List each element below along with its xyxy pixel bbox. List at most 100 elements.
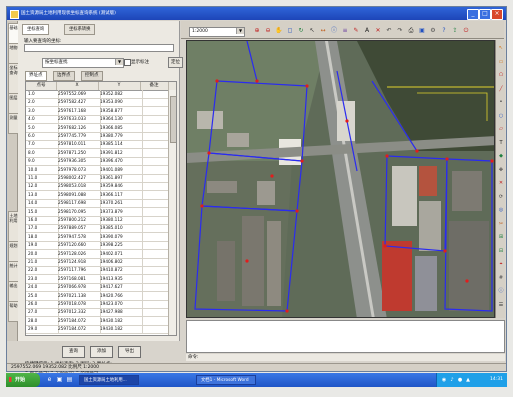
cell-x: 2597871.250 [56, 148, 101, 157]
locate-button[interactable]: 定位 [168, 57, 183, 68]
pan-icon[interactable]: ✋ [275, 27, 283, 35]
cell-note [140, 207, 171, 216]
move-icon[interactable]: ✥ [497, 166, 505, 174]
cell-note [140, 140, 171, 149]
tab-coordinate-query[interactable]: 坐标查询 [22, 24, 50, 35]
desktop-icon[interactable]: ▣ [56, 376, 63, 383]
save-icon[interactable]: ▣ [418, 27, 426, 35]
cell-x: 2598002.427 [56, 174, 101, 182]
table-scrollbar[interactable] [168, 90, 176, 335]
ie-icon[interactable]: e [46, 376, 53, 383]
show-label-checkbox[interactable] [124, 59, 131, 66]
input-method-icon[interactable]: ▲ [465, 377, 471, 383]
legend-icon[interactable]: ☰ [497, 301, 505, 309]
column-header-point-id[interactable]: 点号 [26, 82, 57, 90]
cell-y: 19420.766 [98, 291, 143, 300]
cell-point-id: 16.0 [26, 216, 59, 224]
search-input[interactable] [24, 44, 174, 52]
cell-note [140, 241, 171, 250]
select-icon[interactable]: ↖ [308, 27, 316, 35]
undo-icon[interactable]: ↶ [385, 27, 393, 35]
cell-note [140, 258, 171, 266]
pointer-icon[interactable]: ↖ [497, 44, 505, 52]
full-extent-icon[interactable]: ◻ [286, 27, 294, 35]
export-button[interactable]: 导出 [118, 346, 141, 358]
cell-note [140, 132, 171, 140]
zoom-out-icon[interactable]: ⊖ [264, 27, 272, 35]
export-icon[interactable]: ⇪ [451, 27, 459, 35]
line-icon[interactable]: ╱ [497, 85, 505, 93]
text-label-icon[interactable]: T [497, 139, 505, 147]
cell-x: 2597947.578 [56, 232, 101, 241]
minimize-button[interactable]: _ [467, 9, 479, 20]
column-header-x[interactable]: X [56, 82, 99, 90]
help-icon[interactable]: ? [440, 27, 448, 35]
maximize-button[interactable]: □ [479, 9, 491, 20]
scale-value: 1:2000 [192, 29, 208, 34]
clip-icon[interactable]: ✂ [497, 220, 505, 228]
aerial-map-canvas[interactable] [187, 41, 495, 318]
delete-icon[interactable]: ✕ [497, 179, 505, 187]
subtab-control-points[interactable]: 控制点 [81, 71, 103, 81]
cell-point-id: 24.0 [26, 283, 59, 292]
close-button[interactable]: × [491, 9, 503, 20]
refresh-icon[interactable]: ↻ [297, 27, 305, 35]
chevron-down-icon[interactable]: ▼ [236, 28, 244, 34]
edit-vertex-icon[interactable]: ◆ [497, 152, 505, 160]
task-app-window[interactable]: 国土资源局土地利用... [79, 375, 139, 385]
polygon-select-icon[interactable]: ⬠ [497, 71, 505, 79]
title-bar[interactable]: 国土资源局土地利用现状坐标查询系统 (测试版) _ □ × [7, 7, 506, 20]
subtab-edge-points[interactable]: 边界点 [53, 71, 75, 81]
aerial-map-view[interactable] [186, 40, 495, 318]
circle-icon[interactable]: ○ [497, 112, 505, 120]
buffer-icon[interactable]: ◎ [497, 206, 505, 214]
split-icon[interactable]: ⊟ [497, 247, 505, 255]
zoom-in-icon[interactable]: ⊕ [253, 27, 261, 35]
network-icon[interactable]: ◉ [441, 377, 447, 383]
scrollbar-thumb[interactable] [170, 96, 176, 143]
volume-icon[interactable]: ♪ [449, 377, 455, 383]
info-icon[interactable]: ⓘ [497, 287, 505, 295]
tab-coordinate-transform[interactable]: 坐标系转换 [64, 24, 96, 35]
rotate-icon[interactable]: ⟳ [497, 193, 505, 201]
coordinate-table: 点号 X Y 备注 1.0 2597552.069 19352.082 2.0 2597… [25, 81, 177, 336]
cell-y: 19358.877 [98, 106, 143, 115]
text-icon[interactable]: A [363, 27, 371, 35]
redo-icon[interactable]: ↷ [396, 27, 404, 35]
cell-note [140, 148, 171, 157]
exit-icon[interactable]: ⏻ [462, 27, 470, 35]
query-button[interactable]: 查询 [62, 346, 85, 358]
column-header-y[interactable]: Y [98, 82, 141, 90]
merge-icon[interactable]: ⊞ [497, 233, 505, 241]
clear-icon[interactable]: ✕ [374, 27, 382, 35]
layer-icon[interactable]: ≡ [341, 27, 349, 35]
point-icon[interactable]: • [497, 98, 505, 106]
start-button[interactable]: 开始 [6, 373, 40, 387]
table-row[interactable]: 29.0 2597184.072 19430.182 [26, 325, 171, 335]
measure-icon[interactable]: ↔ [319, 27, 327, 35]
cell-y: 19398.225 [98, 241, 143, 250]
draw-icon[interactable]: ✎ [352, 27, 360, 35]
search-mode-select[interactable]: 按坐标查找 ▼ [42, 58, 124, 68]
rect-select-icon[interactable]: ▭ [497, 58, 505, 66]
cell-note [140, 216, 171, 224]
scale-select[interactable]: 1:2000 ▼ [189, 27, 245, 37]
grid-icon[interactable]: # [497, 274, 505, 282]
column-header-note[interactable]: 备注 [140, 82, 169, 90]
print-icon[interactable]: ⎙ [407, 27, 415, 35]
cell-y: 19406.802 [98, 258, 143, 266]
cell-y: 19385.010 [98, 224, 143, 233]
subtab-boundary-points[interactable]: 界址点 [25, 71, 47, 81]
add-button[interactable]: 添加 [90, 346, 113, 358]
task-word-document[interactable]: 文档1 - Microsoft Word [196, 375, 256, 385]
settings-icon[interactable]: ⚙ [429, 27, 437, 35]
antivirus-icon[interactable]: ● [457, 377, 463, 383]
cell-note [140, 157, 171, 166]
chevron-down-icon[interactable]: ▼ [115, 59, 123, 65]
folder-icon[interactable]: ▤ [66, 376, 73, 383]
snap-icon[interactable]: ⌖ [497, 260, 505, 268]
identify-icon[interactable]: ⓘ [330, 27, 338, 35]
polygon-icon[interactable]: ▱ [497, 125, 505, 133]
output-panel[interactable] [186, 320, 505, 353]
cell-x: 2597633.033 [56, 115, 101, 124]
